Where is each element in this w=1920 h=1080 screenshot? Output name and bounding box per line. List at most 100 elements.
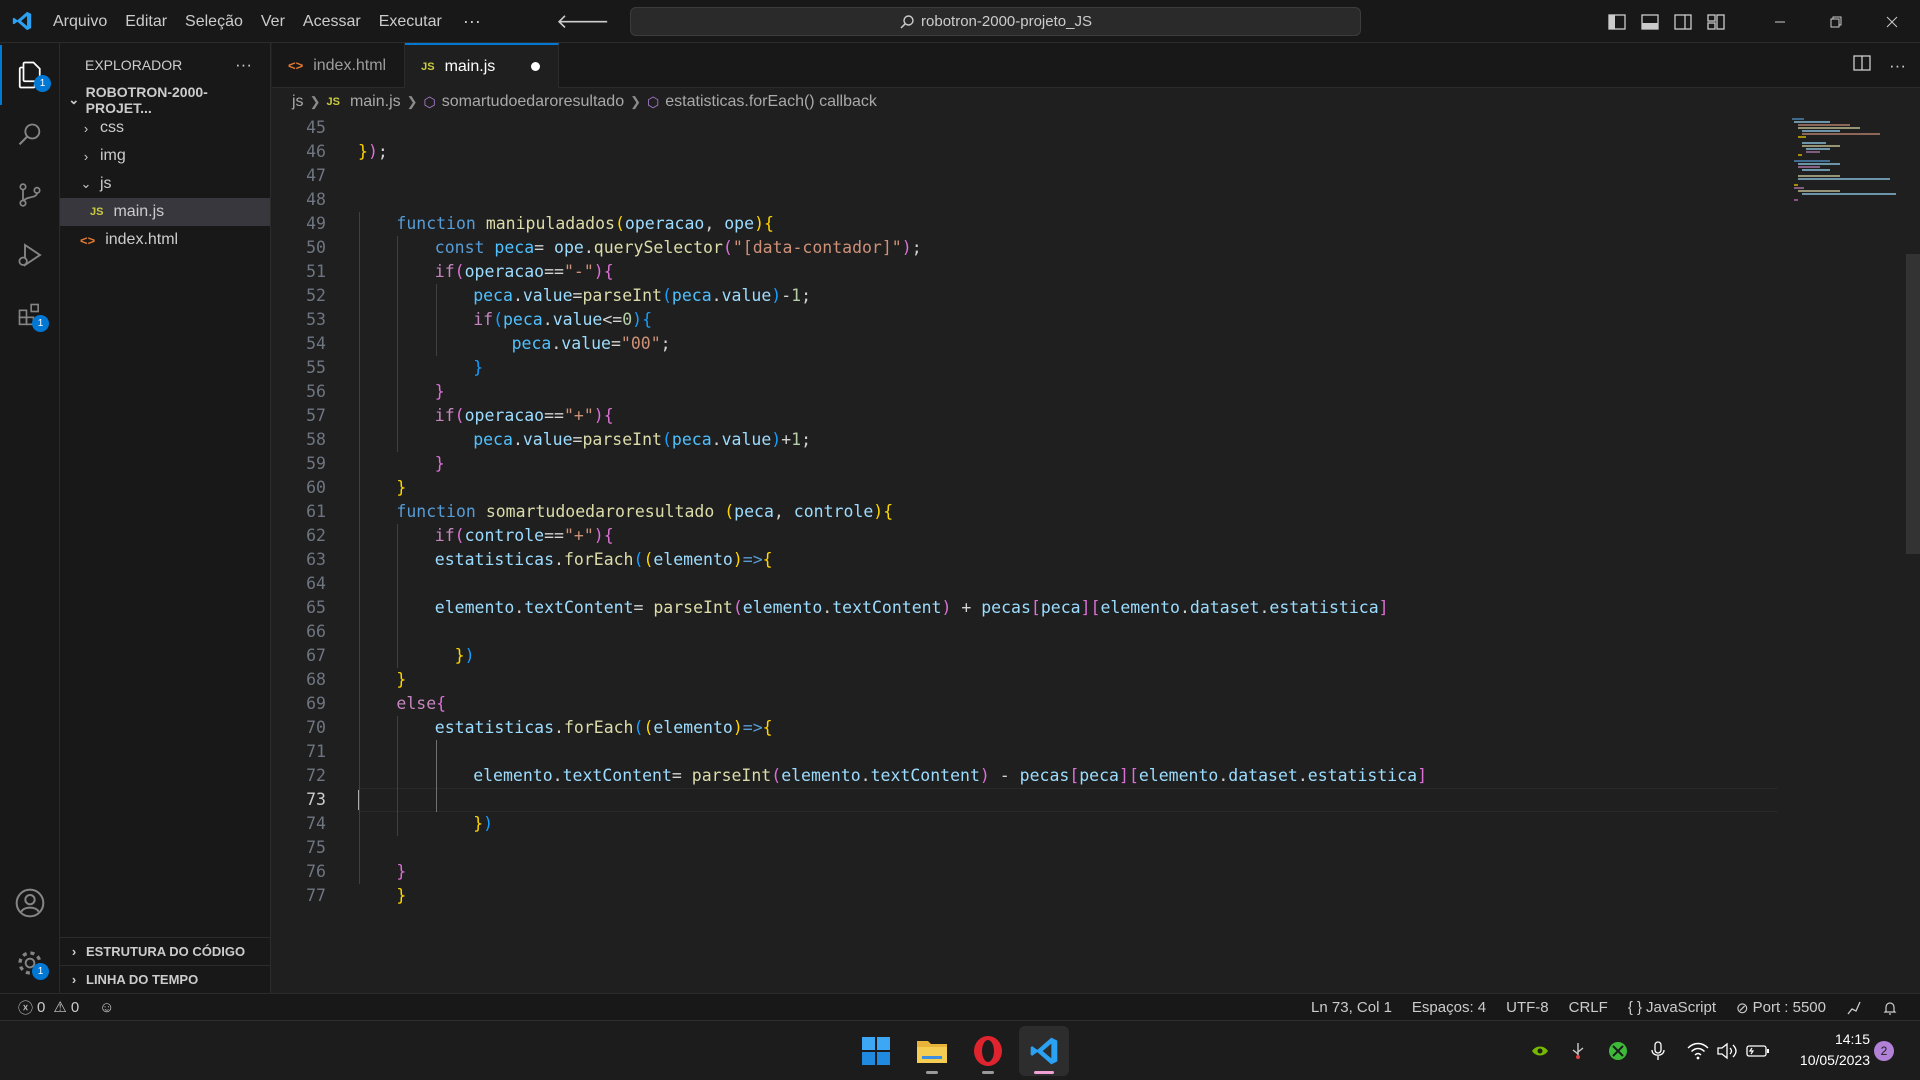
problems-status[interactable]: ⓧ 0 ⚠ 0: [0, 997, 89, 1018]
menu-arquivo[interactable]: Arquivo: [44, 0, 116, 43]
unsaved-dot-icon[interactable]: [531, 62, 541, 71]
encoding-status[interactable]: UTF-8: [1496, 999, 1559, 1016]
file-index-html[interactable]: <> index.html: [60, 226, 270, 254]
opera-browser-icon[interactable]: [963, 1026, 1013, 1076]
breadcrumb-callback[interactable]: estatisticas.forEach() callback: [665, 93, 877, 111]
menu-selecao[interactable]: Seleção: [176, 0, 252, 43]
code-line[interactable]: 58 peca.value=parseInt(peca.value)+1;: [272, 428, 1772, 452]
breadcrumb-file[interactable]: main.js: [350, 93, 401, 111]
code-line[interactable]: 45: [272, 116, 1772, 140]
customize-layout-icon[interactable]: [1699, 0, 1732, 43]
taskbar-clock[interactable]: 14:15 10/05/2023: [1780, 1029, 1870, 1071]
volume-icon[interactable]: [1713, 1021, 1743, 1080]
minimap[interactable]: [1790, 116, 1900, 316]
windows-start-icon[interactable]: [851, 1026, 901, 1076]
menu-acessar[interactable]: Acessar: [294, 0, 370, 43]
breadcrumb-folder[interactable]: js: [292, 93, 304, 111]
more-actions-icon[interactable]: ···: [1889, 56, 1906, 76]
code-line[interactable]: 56}: [272, 380, 1772, 404]
code-line[interactable]: 50 const peca= ope.querySelector("[data-c…: [272, 236, 1772, 260]
editor-scrollbar[interactable]: [1906, 254, 1920, 554]
workspace-root[interactable]: ⌄ ROBOTRON-2000-PROJET...: [60, 84, 270, 116]
code-line[interactable]: 51 if(operacao=="-"){: [272, 260, 1772, 284]
settings-gear-icon[interactable]: 1: [0, 933, 60, 993]
menu-more-button[interactable]: ···: [451, 0, 493, 43]
code-line[interactable]: 67 }): [272, 644, 1772, 668]
notification-count-badge[interactable]: 2: [1874, 1041, 1894, 1061]
notifications-bell-icon[interactable]: [1872, 1000, 1908, 1016]
code-line[interactable]: 68}: [272, 668, 1772, 692]
split-editor-icon[interactable]: [1853, 55, 1871, 76]
extensions-icon[interactable]: 1: [0, 285, 60, 345]
code-line[interactable]: 55}: [272, 356, 1772, 380]
back-arrow-icon[interactable]: 🡐: [556, 9, 610, 34]
code-line[interactable]: 63 estatisticas.forEach((elemento)=>{: [272, 548, 1772, 572]
explorer-icon[interactable]: 1: [0, 45, 60, 105]
run-and-debug-icon[interactable]: [0, 225, 60, 285]
live-server-port[interactable]: ⊘ Port : 5500: [1726, 999, 1836, 1017]
code-line[interactable]: 72 elemento.textContent= parseInt(element…: [272, 764, 1772, 788]
toggle-panel-icon[interactable]: [1633, 0, 1666, 43]
xbox-tray-icon[interactable]: [1603, 1021, 1633, 1080]
code-line[interactable]: 73: [272, 788, 1778, 812]
nvidia-tray-icon[interactable]: [1525, 1021, 1555, 1080]
folder-css[interactable]: › css: [60, 114, 270, 142]
menu-ver[interactable]: Ver: [252, 0, 294, 43]
timeline-section[interactable]: › LINHA DO TEMPO: [60, 965, 271, 993]
accounts-status-icon[interactable]: [1836, 1000, 1872, 1016]
tab-main-js[interactable]: JS main.js: [405, 43, 560, 88]
code-line[interactable]: 70 estatisticas.forEach((elemento)=>{: [272, 716, 1772, 740]
menu-executar[interactable]: Executar: [370, 0, 451, 43]
code-line[interactable]: 62 if(controle=="+"){: [272, 524, 1772, 548]
code-line[interactable]: 75: [272, 836, 1772, 860]
restore-window-icon[interactable]: [1808, 0, 1864, 43]
code-line[interactable]: 47: [272, 164, 1772, 188]
cursor-position[interactable]: Ln 73, Col 1: [1301, 999, 1402, 1016]
source-control-icon[interactable]: [0, 165, 60, 225]
vscode-taskbar-icon[interactable]: [1019, 1026, 1069, 1076]
code-line[interactable]: 53 if(peca.value<=0){: [272, 308, 1772, 332]
code-editor[interactable]: 45 46}); 47 48 49 function manipuladados(oper…: [272, 116, 1920, 993]
outline-section[interactable]: › ESTRUTURA DO CÓDIGO: [60, 937, 271, 965]
code-line[interactable]: 60}: [272, 476, 1772, 500]
code-line[interactable]: 61 function somartudoedaroresultado (peca…: [272, 500, 1772, 524]
code-line[interactable]: 52 peca.value=parseInt(peca.value)-1;: [272, 284, 1772, 308]
code-line[interactable]: 74}): [272, 812, 1772, 836]
folder-js[interactable]: ⌄ js: [60, 170, 270, 198]
code-line[interactable]: 77}: [272, 884, 1772, 908]
code-line[interactable]: 57 if(operacao=="+"){: [272, 404, 1772, 428]
menu-editar[interactable]: Editar: [116, 0, 176, 43]
tab-index-html[interactable]: <> index.html: [272, 43, 406, 88]
file-main-js[interactable]: JS main.js: [60, 198, 270, 226]
eol-status[interactable]: CRLF: [1559, 999, 1618, 1016]
breadcrumb-function[interactable]: somartudoedaroresultado: [442, 93, 624, 111]
code-line[interactable]: 69 else{: [272, 692, 1772, 716]
indentation-status[interactable]: Espaços: 4: [1402, 999, 1496, 1016]
code-line[interactable]: 66: [272, 620, 1772, 644]
wifi-icon[interactable]: [1683, 1021, 1713, 1080]
code-line[interactable]: 64: [272, 572, 1772, 596]
code-line[interactable]: 59}: [272, 452, 1772, 476]
accounts-icon[interactable]: [0, 873, 60, 933]
toggle-primary-sidebar-icon[interactable]: [1600, 0, 1633, 43]
code-line[interactable]: 65 elemento.textContent= parseInt(element…: [272, 596, 1772, 620]
code-line[interactable]: 48: [272, 188, 1772, 212]
minimize-window-icon[interactable]: [1752, 0, 1808, 43]
search-icon[interactable]: [0, 105, 60, 165]
command-center-search[interactable]: robotron-2000-projeto_JS: [630, 7, 1361, 36]
usb-tray-icon[interactable]: [1563, 1021, 1593, 1080]
file-explorer-icon[interactable]: [907, 1026, 957, 1076]
language-mode[interactable]: { } JavaScript: [1618, 999, 1726, 1016]
folder-img[interactable]: › img: [60, 142, 270, 170]
code-line[interactable]: 46});: [272, 140, 1772, 164]
feedback-smiley-icon[interactable]: ☺: [89, 999, 124, 1016]
code-line[interactable]: 54 peca.value="00";: [272, 332, 1772, 356]
explorer-more-button[interactable]: ···: [235, 55, 252, 75]
close-window-icon[interactable]: [1864, 0, 1920, 43]
code-line[interactable]: 49 function manipuladados(operacao, ope){: [272, 212, 1772, 236]
battery-icon[interactable]: [1743, 1021, 1773, 1080]
toggle-secondary-sidebar-icon[interactable]: [1666, 0, 1699, 43]
microphone-icon[interactable]: [1643, 1021, 1673, 1080]
code-line[interactable]: 76}: [272, 860, 1772, 884]
code-line[interactable]: 71: [272, 740, 1772, 764]
